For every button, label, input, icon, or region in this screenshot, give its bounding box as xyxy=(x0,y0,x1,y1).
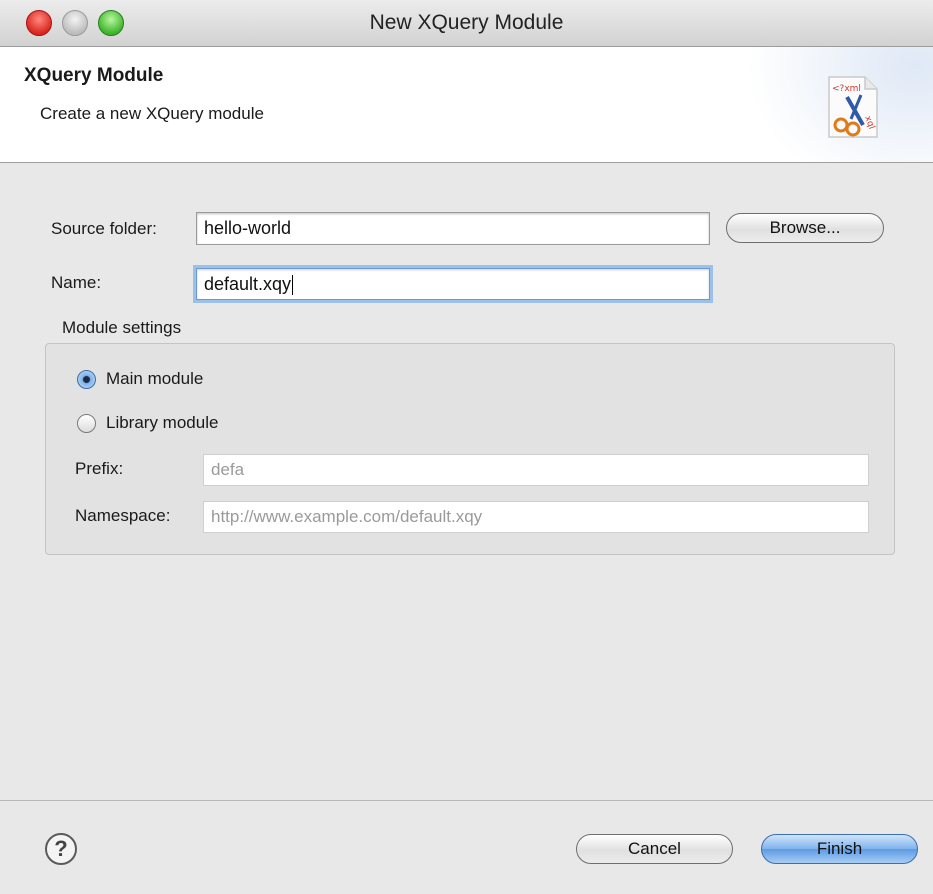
name-label: Name: xyxy=(51,273,102,292)
main-module-label[interactable]: Main module xyxy=(106,369,203,389)
main-module-radio[interactable] xyxy=(77,370,96,389)
icon-xml-text: <?xml xyxy=(832,84,861,94)
browse-button[interactable]: Browse... xyxy=(726,213,884,243)
text-caret xyxy=(292,275,294,296)
xml-document-icon: <?xml xql xyxy=(828,76,878,138)
wizard-window: New XQuery Module XQuery Module Create a… xyxy=(0,0,933,894)
namespace-input xyxy=(203,501,869,533)
wizard-page-description: Create a new XQuery module xyxy=(40,104,264,123)
wizard-header: XQuery Module Create a new XQuery module… xyxy=(0,47,933,163)
title-bar: New XQuery Module xyxy=(0,0,933,47)
module-settings-label: Module settings xyxy=(62,318,182,337)
name-input-value: default.xqy xyxy=(204,274,292,294)
help-icon[interactable]: ? xyxy=(45,833,77,865)
prefix-label: Prefix: xyxy=(75,459,124,478)
window-title: New XQuery Module xyxy=(369,11,564,34)
namespace-label: Namespace: xyxy=(75,506,171,525)
prefix-input xyxy=(203,454,869,486)
name-input[interactable]: default.xqy xyxy=(196,268,710,300)
cancel-button[interactable]: Cancel xyxy=(576,834,733,864)
finish-button[interactable]: Finish xyxy=(761,834,918,864)
source-folder-input[interactable] xyxy=(196,212,710,245)
library-module-radio[interactable] xyxy=(77,414,96,433)
source-folder-label: Source folder: xyxy=(51,219,157,238)
wizard-page-title: XQuery Module xyxy=(24,65,164,86)
library-module-label[interactable]: Library module xyxy=(106,413,218,433)
